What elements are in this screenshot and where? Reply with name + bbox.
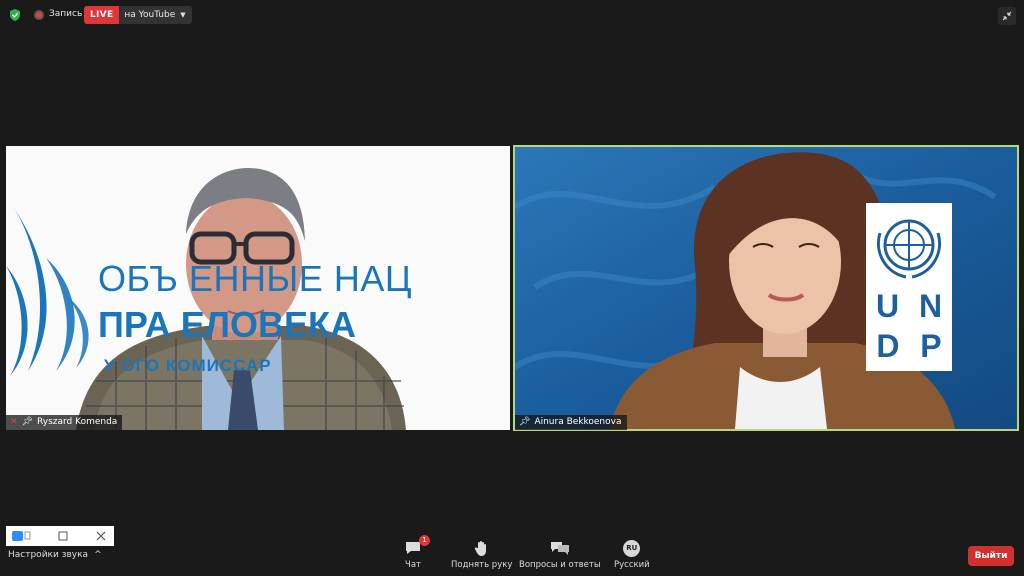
mini-window-controls <box>6 526 114 546</box>
sound-settings-button[interactable]: Настройки звука ^ <box>8 550 102 560</box>
backdrop-text-line3: У ОГО КОМИССАР <box>104 356 272 375</box>
pin-icon: 📌︎ <box>519 417 531 427</box>
security-shield-icon[interactable] <box>8 8 22 22</box>
close-icon <box>96 531 106 541</box>
live-target-dropdown[interactable]: на YouTube ▼ <box>119 6 192 24</box>
participant-name: Ryszard Komenda <box>36 417 118 427</box>
participant-name-tag: 📌︎ Ainura Bekkoenova <box>515 415 627 430</box>
language-label: Русский <box>614 560 650 570</box>
zoom-logo-icon <box>12 531 23 541</box>
participant-name: Ainura Bekkoenova <box>534 417 622 427</box>
backdrop-text-line1: ОБЪ ЕННЫЕ НАЦ <box>98 258 412 299</box>
qa-bubbles-icon <box>550 542 569 555</box>
exit-fullscreen-button[interactable] <box>998 7 1016 25</box>
undp-letters: U N D P <box>866 286 952 366</box>
chat-button[interactable]: 1 Чат <box>404 535 430 570</box>
undp-letter: D <box>876 327 900 364</box>
language-code-icon: RU <box>623 539 641 557</box>
language-button[interactable]: RU Русский <box>614 539 650 570</box>
live-stream-control[interactable]: LIVE на YouTube ▼ <box>84 6 192 24</box>
raise-hand-button[interactable]: Поднять руку <box>451 539 512 570</box>
exit-button[interactable]: Выйти <box>968 546 1014 566</box>
recording-icon <box>34 10 44 20</box>
mic-muted-icon: ✕ <box>10 417 18 427</box>
participant-name-tag: ✕ 📌︎ Ryszard Komenda <box>6 415 123 430</box>
pin-icon: 📌︎ <box>21 417 33 427</box>
top-status-bar: Запись LIVE на YouTube ▼ <box>0 0 1024 32</box>
raise-hand-label: Поднять руку <box>451 560 513 570</box>
caret-down-icon: ▼ <box>180 11 186 19</box>
sound-settings-label: Настройки звука <box>8 550 89 560</box>
chat-unread-badge: 1 <box>419 535 430 546</box>
qa-label: Вопросы и ответы <box>519 560 601 570</box>
chat-label: Чат <box>405 560 421 570</box>
backdrop-text-line2: ПРА ЕЛОВЕКА <box>98 304 356 345</box>
collapse-arrows-icon <box>1002 11 1012 21</box>
recording-label: Запись <box>49 9 83 19</box>
live-badge: LIVE <box>84 6 120 24</box>
maximize-icon <box>58 531 68 541</box>
undp-letter: U <box>875 287 900 324</box>
hand-icon <box>474 540 486 556</box>
undp-letter: P <box>920 327 942 364</box>
un-emblem-icon <box>877 219 941 279</box>
chevron-up-icon: ^ <box>94 550 102 560</box>
qa-button[interactable]: Вопросы и ответы <box>519 539 601 570</box>
undp-letter: N <box>918 287 943 324</box>
live-target-label: на YouTube <box>124 10 176 20</box>
